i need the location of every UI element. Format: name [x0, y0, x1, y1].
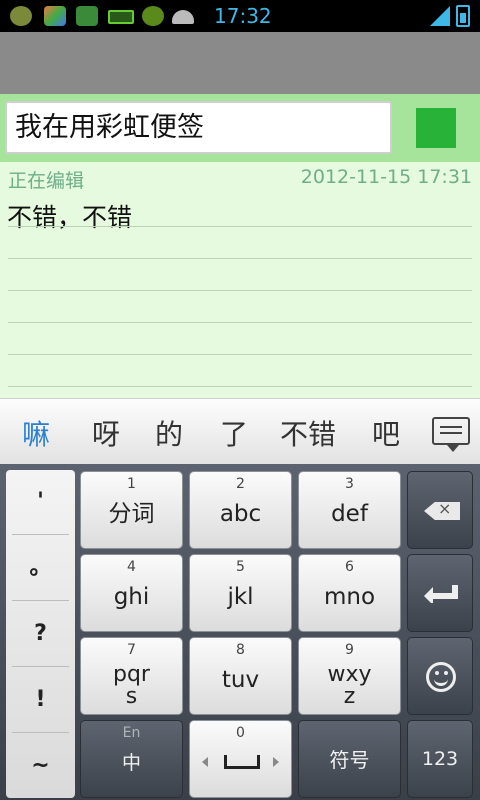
divider	[12, 666, 69, 667]
space-icon	[224, 755, 260, 769]
key-label: def	[331, 501, 368, 527]
key-7[interactable]: 7 pqr s	[80, 637, 183, 715]
app-icon-5	[142, 6, 164, 26]
candidate-expand-icon[interactable]	[432, 417, 470, 452]
punctuation-key[interactable]: ?	[6, 602, 75, 666]
punctuation-key[interactable]: !	[6, 668, 75, 732]
key-3[interactable]: 3 def	[298, 471, 401, 549]
key-5[interactable]: 5 jkl	[189, 554, 292, 632]
key-number: 8	[236, 642, 245, 658]
key-2[interactable]: 2 abc	[189, 471, 292, 549]
symbols-button[interactable]: 符号	[298, 720, 401, 798]
battery-icon	[456, 5, 470, 27]
smiley-icon	[426, 662, 456, 692]
key-number: 5	[236, 559, 245, 575]
key-number: 1	[127, 476, 136, 492]
edit-status: 正在编辑	[8, 170, 85, 192]
note-title-input[interactable]: 我在用彩虹便签	[5, 101, 392, 154]
punctuation-key[interactable]: '	[6, 470, 75, 534]
key-number: 6	[345, 559, 354, 575]
key-label: 中	[121, 752, 141, 774]
ruled-line	[8, 354, 472, 355]
divider	[12, 732, 69, 733]
close-icon: ×	[438, 499, 452, 518]
keyboard: ' 。 ? ! ~ 1 分词 2 abc 3 def × 4 ghi 5 jkl…	[0, 464, 480, 800]
key-number: 9	[345, 642, 354, 658]
candidate-word[interactable]: 的	[155, 413, 183, 453]
note-timestamp: 2012-11-15 17:31	[300, 166, 472, 188]
color-picker-button[interactable]	[416, 108, 456, 148]
key-hint: En	[122, 725, 141, 741]
key-label: 符号	[329, 748, 370, 772]
ruled-line	[8, 258, 472, 259]
candidate-word[interactable]: 呀	[92, 413, 120, 453]
divider	[12, 600, 69, 601]
key-number: 2	[236, 476, 245, 492]
language-switch-button[interactable]: En 中	[80, 720, 183, 798]
numeric-button[interactable]: 123	[407, 720, 473, 798]
key-label: abc	[219, 501, 262, 527]
space-key[interactable]: 0	[189, 720, 292, 798]
key-label: tuv	[221, 667, 260, 693]
punctuation-key[interactable]: 。	[6, 536, 75, 600]
emoji-button[interactable]	[407, 637, 473, 715]
status-bar: 17:32	[0, 0, 480, 32]
ruled-line	[8, 226, 472, 227]
candidate-word[interactable]: 吧	[372, 413, 400, 453]
app-icon-3	[76, 6, 98, 26]
key-number: 0	[236, 725, 245, 741]
key-label: 123	[421, 748, 459, 770]
app-icon-1	[10, 6, 32, 26]
clock: 17:32	[214, 4, 272, 28]
app-icon-2	[44, 6, 66, 26]
ruled-line	[8, 322, 472, 323]
signal-icon	[430, 6, 450, 26]
key-label: jkl	[227, 584, 254, 610]
candidate-word[interactable]: 不错	[280, 413, 336, 453]
candidate-bar: 嘛 呀 的 了 不错 吧	[0, 398, 480, 464]
key-label: 分词	[108, 501, 155, 527]
key-label: pqr s	[113, 662, 150, 709]
note-body[interactable]: 正在编辑 2012-11-15 17:31 不错，不错	[0, 162, 480, 398]
candidate-word[interactable]: 嘛	[22, 413, 50, 453]
ruled-line	[8, 386, 472, 387]
enter-button[interactable]	[407, 554, 473, 632]
arrow-left-icon	[202, 757, 208, 767]
punctuation-column: ' 。 ? ! ~	[6, 470, 75, 798]
key-label: wxy z	[327, 662, 372, 709]
title-bar	[0, 32, 480, 94]
arrow-right-icon	[273, 757, 279, 767]
key-number: 7	[127, 642, 136, 658]
key-4[interactable]: 4 ghi	[80, 554, 183, 632]
key-label: ghi	[113, 584, 150, 610]
note-header: 我在用彩虹便签	[0, 94, 480, 162]
key-number: 3	[345, 476, 354, 492]
punctuation-key[interactable]: ~	[6, 734, 75, 798]
key-9[interactable]: 9 wxy z	[298, 637, 401, 715]
divider	[12, 534, 69, 535]
ruled-line	[8, 290, 472, 291]
key-1[interactable]: 1 分词	[80, 471, 183, 549]
key-8[interactable]: 8 tuv	[189, 637, 292, 715]
backspace-button[interactable]: ×	[407, 471, 473, 549]
note-text[interactable]: 不错，不错	[7, 198, 132, 234]
candidate-word[interactable]: 了	[220, 413, 248, 453]
android-icon	[172, 10, 194, 24]
key-6[interactable]: 6 mno	[298, 554, 401, 632]
enter-icon	[424, 585, 458, 603]
key-number: 4	[127, 559, 136, 575]
battery-app-icon	[108, 10, 134, 24]
key-label: mno	[323, 584, 376, 610]
